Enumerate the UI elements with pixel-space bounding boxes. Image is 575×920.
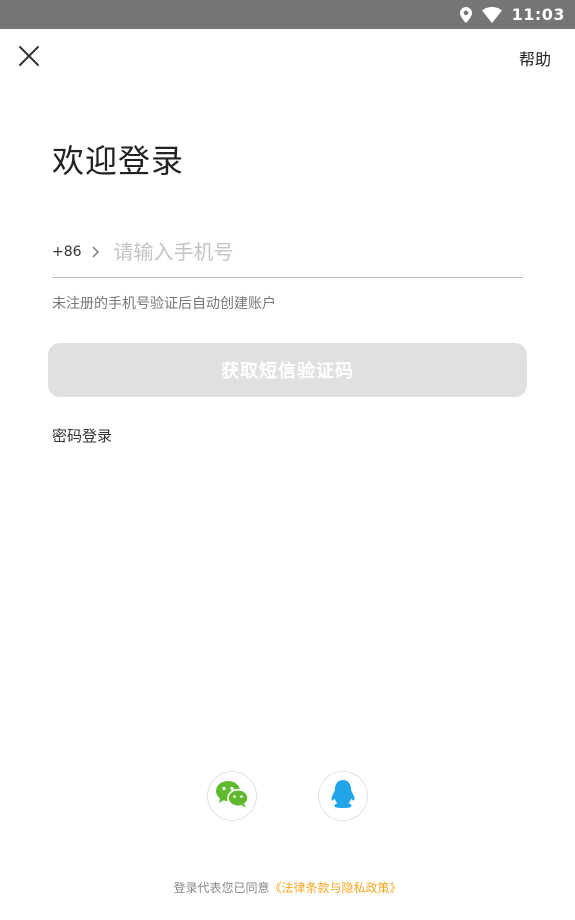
register-hint: 未注册的手机号验证后自动创建账户: [52, 296, 276, 312]
location-icon: [459, 6, 472, 23]
qq-login-button[interactable]: [318, 771, 368, 821]
phone-number-input[interactable]: [113, 231, 523, 272]
page-title: 欢迎登录: [52, 142, 185, 180]
password-login-link[interactable]: 密码登录: [52, 425, 112, 446]
help-link[interactable]: 帮助: [519, 46, 551, 70]
chevron-right-icon: [92, 246, 100, 258]
wifi-icon: [481, 6, 502, 23]
close-icon: [18, 45, 40, 71]
get-sms-code-button[interactable]: 获取短信验证码: [48, 343, 527, 397]
status-bar: 11:03: [0, 0, 575, 29]
login-screen: 11:03 帮助 欢迎登录 +86 未注册的手机号验证后自动创建账户 获取短信验…: [0, 0, 575, 920]
policy-link[interactable]: 《法律条款与隐私政策》: [270, 881, 402, 895]
agreement-prefix: 登录代表您已同意: [173, 881, 270, 895]
phone-input-row: +86: [52, 226, 523, 278]
qq-icon: [330, 779, 356, 813]
wechat-login-button[interactable]: [207, 771, 257, 821]
close-button[interactable]: [15, 44, 43, 72]
wechat-icon: [215, 780, 249, 812]
status-time: 11:03: [511, 5, 565, 24]
agreement-text: 登录代表您已同意《法律条款与隐私政策》: [0, 879, 575, 896]
country-code: +86: [52, 243, 82, 260]
country-code-selector[interactable]: +86: [52, 244, 100, 260]
